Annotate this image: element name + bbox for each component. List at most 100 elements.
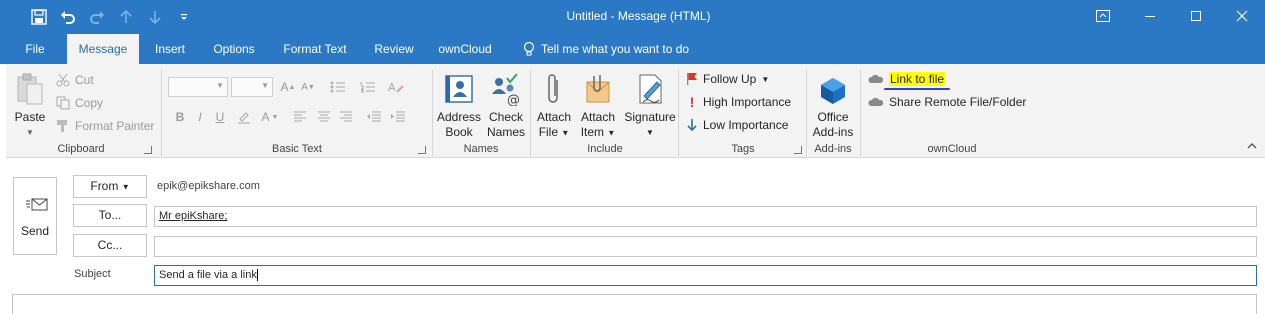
group-owncloud: Link to file Share Remote File/Folder ow… [862, 64, 1092, 158]
to-button[interactable]: To... [73, 204, 147, 227]
follow-up-button[interactable]: Follow Up ▼ [686, 69, 769, 89]
down-arrow-icon [687, 119, 697, 132]
copy-button[interactable]: Copy [56, 93, 103, 113]
copy-label: Copy [75, 96, 104, 110]
exclamation-icon: ! [689, 94, 695, 110]
tab-owncloud[interactable]: ownCloud [432, 34, 498, 64]
subject-field[interactable]: Send a file via a link [154, 265, 1257, 286]
share-remote-label: Share Remote File/Folder [889, 95, 1027, 109]
tell-me-search[interactable]: Tell me what you want to do [523, 34, 703, 64]
cc-button[interactable]: Cc... [73, 234, 147, 257]
lightbulb-icon [523, 41, 535, 56]
chevron-down-icon: ▼ [561, 128, 570, 138]
clipboard-launcher-icon[interactable] [144, 146, 152, 154]
address-book-button[interactable]: Address Book [436, 68, 482, 140]
grow-font-icon[interactable]: A ▲ [278, 77, 298, 97]
check-names-label-2: Names [486, 125, 525, 139]
svg-text:@: @ [507, 93, 520, 106]
font-color-icon[interactable]: A ▼ [260, 107, 280, 127]
tab-options[interactable]: Options [204, 34, 264, 64]
to-recipient[interactable]: Mr epiKshare; [159, 210, 227, 222]
underline-icon[interactable]: U [210, 107, 230, 127]
low-importance-label: Low Importance [703, 118, 789, 132]
chevron-down-icon: ▼ [607, 128, 616, 138]
italic-icon[interactable]: I [190, 107, 210, 127]
chevron-down-icon: ▼ [261, 81, 269, 90]
tab-insert[interactable]: Insert [146, 34, 194, 64]
align-left-icon[interactable] [290, 107, 310, 127]
low-importance-button[interactable]: Low Importance [686, 115, 788, 135]
send-button[interactable]: Send [13, 177, 57, 255]
bullets-icon[interactable] [328, 77, 348, 97]
minimize-icon[interactable] [1127, 0, 1173, 32]
message-body[interactable] [12, 294, 1257, 314]
attach-file-button[interactable]: Attach File ▼ [534, 68, 574, 140]
chevron-down-icon: ▼ [646, 128, 654, 137]
format-painter-button[interactable]: Format Painter [56, 116, 154, 136]
group-basic-text: ▼ ▼ A ▲ A ▼ A B I U A ▼ Basic Text [164, 64, 430, 158]
cc-field[interactable] [154, 236, 1257, 257]
svg-text:A: A [388, 81, 396, 94]
tab-file[interactable]: File [14, 34, 56, 64]
link-to-file-label: Link to file [889, 72, 946, 86]
link-to-file-button[interactable]: Link to file [868, 69, 946, 89]
high-importance-label: High Importance [703, 95, 792, 109]
align-center-icon[interactable] [314, 107, 334, 127]
paste-button[interactable]: Paste ▼ [10, 68, 50, 140]
tab-format-text[interactable]: Format Text [274, 34, 356, 64]
follow-up-label: Follow Up [703, 72, 757, 86]
group-clipboard: Paste ▼ Cut Copy Format Painter Clipboar… [6, 64, 156, 158]
close-icon[interactable] [1219, 0, 1265, 32]
font-size-combo[interactable]: ▼ [231, 77, 273, 97]
signature-button[interactable]: Signature ▼ [622, 68, 678, 140]
numbering-icon[interactable] [358, 77, 378, 97]
bold-icon[interactable]: B [170, 107, 190, 127]
office-addins-label-1: Office [817, 110, 849, 124]
tags-launcher-icon[interactable] [794, 146, 802, 154]
include-group-label: Include [587, 143, 623, 155]
separator [432, 70, 433, 156]
clear-formatting-icon[interactable]: A [386, 77, 406, 97]
text-cursor [256, 269, 258, 282]
chevron-down-icon: ▼ [121, 182, 130, 192]
format-painter-label: Format Painter [75, 119, 155, 133]
high-importance-button[interactable]: ! High Importance [686, 92, 791, 112]
attach-file-label-2: File [538, 125, 559, 139]
basic-text-launcher-icon[interactable] [418, 146, 426, 154]
attach-item-button[interactable]: Attach Item ▼ [578, 68, 618, 140]
align-right-icon[interactable] [336, 107, 356, 127]
font-name-combo[interactable]: ▼ [168, 77, 228, 97]
maximize-icon[interactable] [1173, 0, 1219, 32]
collapse-ribbon-icon[interactable] [1247, 139, 1257, 153]
share-remote-button[interactable]: Share Remote File/Folder [868, 92, 1026, 112]
increase-indent-icon[interactable] [388, 107, 408, 127]
tab-message[interactable]: Message [67, 34, 139, 64]
check-names-label-1: Check [488, 110, 523, 124]
clipboard-group-label: Clipboard [57, 143, 105, 155]
from-label: From [90, 179, 119, 193]
separator [678, 70, 679, 156]
separator [530, 70, 531, 156]
send-icon [26, 198, 48, 211]
group-include: Attach File ▼ Attach Item ▼ Signature ▼ … [532, 64, 678, 158]
cut-button[interactable]: Cut [56, 70, 94, 90]
addins-group-label: Add-ins [814, 143, 852, 155]
check-names-button[interactable]: @ Check Names [484, 68, 528, 140]
shrink-font-icon[interactable]: A ▼ [298, 77, 318, 97]
office-addins-button[interactable]: Office Add-ins [808, 68, 858, 140]
decrease-indent-icon[interactable] [364, 107, 384, 127]
from-button[interactable]: From ▼ [73, 175, 147, 198]
tab-review[interactable]: Review [366, 34, 422, 64]
from-address: epik@epikshare.com [157, 180, 260, 192]
chevron-down-icon: ▼ [761, 74, 770, 84]
separator [860, 70, 861, 156]
cloud-icon [868, 97, 884, 106]
highlight-icon[interactable] [234, 107, 254, 127]
office-addins-icon [808, 68, 858, 106]
to-field[interactable]: Mr epiKshare; [154, 206, 1257, 227]
basic-text-group-label: Basic Text [272, 143, 322, 155]
names-group-label: Names [463, 143, 499, 155]
title-bar: Untitled - Message (HTML) [0, 0, 1265, 34]
ribbon-display-options-icon[interactable] [1079, 0, 1127, 32]
address-book-icon [436, 68, 482, 106]
